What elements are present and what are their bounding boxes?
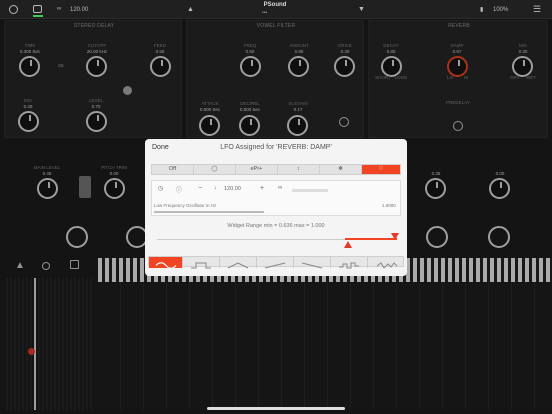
info-icon[interactable]: ⓘ: [176, 185, 182, 194]
range-max-handle[interactable]: [391, 233, 399, 240]
bpm-display[interactable]: 120.00: [70, 7, 88, 13]
decrement-button[interactable]: −: [198, 185, 202, 192]
settings-icon[interactable]: [33, 5, 42, 13]
lfo-dialog: Done LFO Assigned for 'REVERB: DAMP' Off…: [145, 139, 407, 276]
note-icon: ♩: [214, 185, 220, 191]
wave-sine-icon[interactable]: [149, 257, 183, 269]
wave-stepped-icon[interactable]: [331, 257, 368, 269]
wave-square-icon[interactable]: [183, 257, 220, 269]
preset-title[interactable]: PSound: [248, 2, 302, 8]
preset-menu-icon[interactable]: •••: [262, 10, 267, 16]
lfo-description: Low Frequency Oscillator in Hz: [154, 203, 217, 208]
menu-icon[interactable]: ☰: [533, 4, 541, 15]
mode-arrows-icon[interactable]: ↕: [278, 165, 320, 174]
link-icon[interactable]: ∞: [57, 6, 61, 12]
lfo-preview-bar: [292, 189, 328, 192]
mode-move-icon[interactable]: ✥: [320, 165, 362, 174]
sync-icon[interactable]: ◷: [158, 185, 163, 192]
dialog-title: LFO Assigned for 'REVERB: DAMP': [220, 144, 332, 151]
range-min-handle[interactable]: [344, 241, 352, 248]
mode-circle-icon[interactable]: ◯: [194, 165, 236, 174]
link-icon[interactable]: ∞: [278, 185, 282, 191]
battery-level: 100%: [493, 7, 509, 13]
mode-lfo-heart-icon[interactable]: ♡: [362, 165, 400, 174]
battery-icon: ▮: [480, 7, 484, 13]
wave-saw-up-icon[interactable]: [257, 257, 294, 269]
lfo-controls: ◷ ⓘ − ♩ 120.00 + ∞ Low Frequency Oscilla…: [151, 180, 401, 216]
preset-next-icon[interactable]: ▼: [358, 6, 365, 13]
home-indicator: [207, 407, 345, 410]
lfo-mode-selector[interactable]: Off ◯ ePr+ ↕ ✥ ♡: [151, 164, 401, 175]
lfo-freq-value: 1.0000: [382, 203, 396, 208]
rate-value[interactable]: 120.00: [224, 186, 241, 192]
top-bar: ∞ 120.00 ▲ PSound ••• ▼ ▮ 100% ☰: [0, 0, 552, 19]
range-label: Widget Range min = 0.636 max = 1.000: [227, 223, 325, 229]
range-active: [345, 238, 397, 240]
wave-saw-down-icon[interactable]: [294, 257, 331, 269]
wave-random-icon[interactable]: [368, 257, 405, 269]
wave-triangle-icon[interactable]: [220, 257, 257, 269]
lfo-freq-slider[interactable]: [154, 211, 264, 213]
waveform-selector[interactable]: [148, 256, 405, 269]
preset-prev-icon[interactable]: ▲: [187, 6, 194, 13]
mode-off[interactable]: Off: [152, 165, 194, 174]
power-icon[interactable]: [9, 5, 18, 14]
activity-indicator: [33, 15, 43, 17]
mode-epr[interactable]: ePr+: [236, 165, 278, 174]
increment-button[interactable]: +: [260, 185, 264, 192]
